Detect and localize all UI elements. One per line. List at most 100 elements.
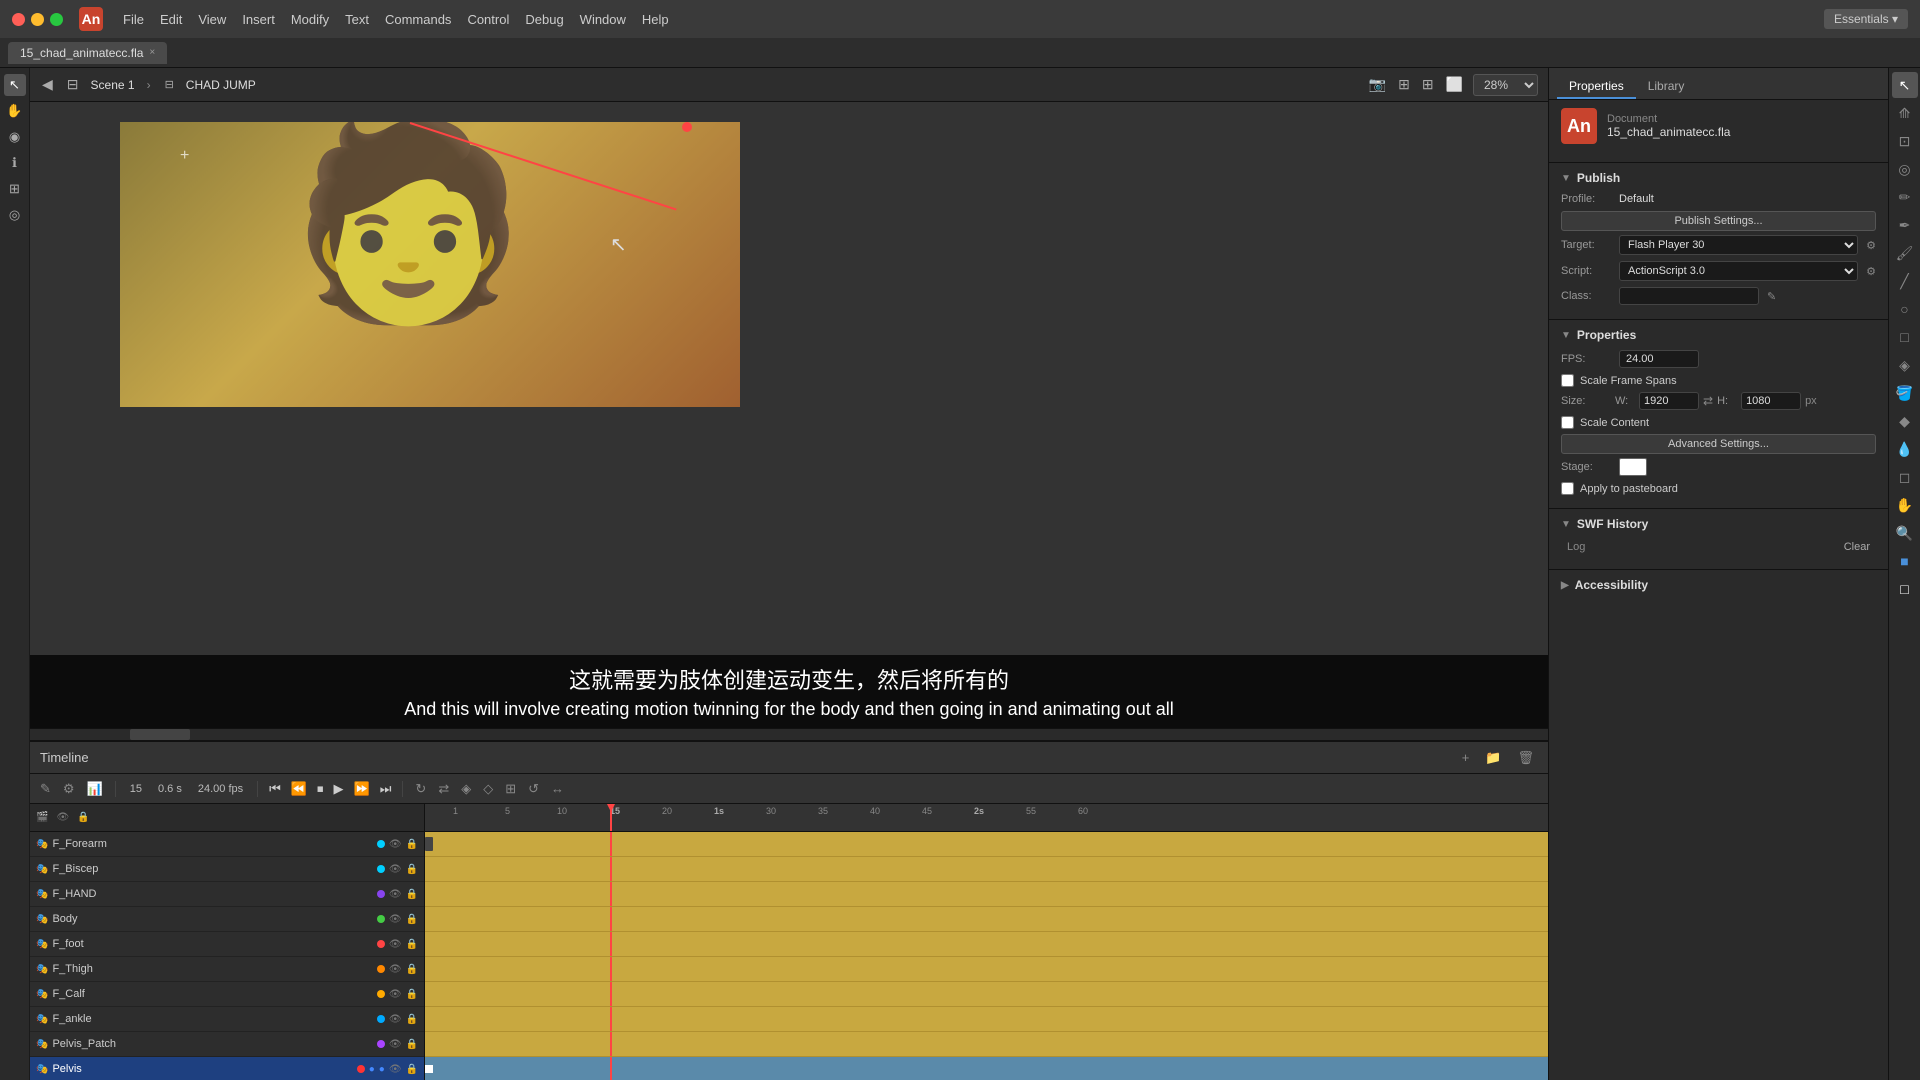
canvas-scrollbar[interactable] — [30, 728, 1548, 740]
tool-eraser[interactable]: ◻ — [1892, 464, 1918, 490]
lock-toggle[interactable]: 🔒 — [406, 839, 418, 850]
tool-freeform[interactable]: ⟰ — [1892, 100, 1918, 126]
layer-row[interactable]: 🎭 F_Calf 👁 🔒 — [30, 982, 424, 1007]
link-icon[interactable]: ⇄ — [1703, 394, 1713, 408]
menu-insert[interactable]: Insert — [242, 12, 275, 27]
tool-pencil[interactable]: ✏ — [1892, 184, 1918, 210]
clear-button[interactable]: Clear — [1838, 539, 1876, 555]
target-settings-icon[interactable]: ⚙ — [1866, 239, 1876, 252]
tool-select[interactable]: ↖ — [4, 74, 26, 96]
undo-icon[interactable]: ↺ — [524, 779, 543, 799]
play-button[interactable]: ▶ — [331, 779, 347, 799]
layer-row[interactable]: 🎭 Pelvis_Patch 👁 🔒 — [30, 1032, 424, 1057]
advanced-settings-button[interactable]: Advanced Settings... — [1561, 434, 1876, 454]
properties-section-header[interactable]: ▼ Properties — [1561, 328, 1876, 342]
tool-paintbucket[interactable]: 🪣 — [1892, 380, 1918, 406]
tool-fill-white[interactable]: □ — [1892, 576, 1918, 602]
stage-color-picker[interactable] — [1619, 458, 1647, 476]
menu-debug[interactable]: Debug — [525, 12, 563, 27]
tool-3d[interactable]: ◎ — [1892, 156, 1918, 182]
tool-line[interactable]: ╱ — [1892, 268, 1918, 294]
graph-icon[interactable]: 📊 — [83, 779, 107, 799]
scene-label[interactable]: Scene 1 — [91, 78, 135, 92]
minimize-button[interactable] — [31, 13, 44, 26]
script-select[interactable]: ActionScript 3.0 — [1619, 261, 1858, 281]
tool-transform[interactable]: ⊡ — [1892, 128, 1918, 154]
scale-frame-checkbox[interactable] — [1561, 374, 1574, 387]
menu-help[interactable]: Help — [642, 12, 669, 27]
layer-row[interactable]: 🎭 F_foot 👁 🔒 — [30, 932, 424, 957]
tool-camera[interactable]: ◉ — [4, 126, 26, 148]
menu-view[interactable]: View — [198, 12, 226, 27]
scale-frame-label[interactable]: Scale Frame Spans — [1580, 375, 1677, 387]
vis-toggle[interactable]: 👁 — [389, 839, 402, 850]
layer-row[interactable]: 🎭 Body 👁 🔒 — [30, 907, 424, 932]
tool-brush[interactable]: 🖌 — [1892, 240, 1918, 266]
grid-icon[interactable]: ⊞ — [1422, 76, 1434, 93]
file-tab[interactable]: 15_chad_animatecc.fla × — [8, 42, 167, 64]
layer-row[interactable]: 🎭 F_Biscep 👁 🔒 — [30, 857, 424, 882]
step-forward-button[interactable]: ⏩ — [351, 779, 373, 799]
settings-icon[interactable]: ⚙ — [59, 779, 79, 799]
height-input[interactable] — [1741, 392, 1801, 410]
sync-icon[interactable]: ⇄ — [434, 779, 453, 799]
tab-library[interactable]: Library — [1636, 75, 1697, 99]
lock-header[interactable]: 🔒 — [77, 812, 89, 823]
onionskin-icon[interactable]: ◈ — [457, 779, 475, 799]
layer-row[interactable]: 🎭 F_Forearm 👁 🔒 — [30, 832, 424, 857]
camera-tool-icon[interactable]: 📷 — [1369, 76, 1386, 93]
menu-file[interactable]: File — [123, 12, 144, 27]
layer-row-pelvis[interactable]: 🎭 Pelvis ● ● 👁 🔒 — [30, 1057, 424, 1080]
scale-content-checkbox[interactable] — [1561, 416, 1574, 429]
apply-to-pasteboard-checkbox[interactable] — [1561, 482, 1574, 495]
layer-row[interactable]: 🎭 F_ankle 👁 🔒 — [30, 1007, 424, 1032]
scale-content-label[interactable]: Scale Content — [1580, 417, 1649, 429]
tool-pen[interactable]: ✒ — [1892, 212, 1918, 238]
menu-commands[interactable]: Commands — [385, 12, 451, 27]
fps-input[interactable] — [1619, 350, 1699, 368]
swf-history-header[interactable]: ▼ SWF History — [1561, 517, 1876, 531]
warp-icon[interactable]: ⊞ — [1398, 76, 1410, 93]
stop-button[interactable]: ⏹ — [314, 779, 327, 799]
maximize-button[interactable] — [50, 13, 63, 26]
essentials-button[interactable]: Essentials ▾ — [1824, 9, 1908, 29]
tool-ink[interactable]: ◈ — [1892, 352, 1918, 378]
tool-hand-pan[interactable]: ✋ — [1892, 492, 1918, 518]
timeline-tracks[interactable] — [425, 832, 1548, 1080]
visibility-header[interactable]: 👁 — [56, 812, 69, 823]
tool-hand[interactable]: ✋ — [4, 100, 26, 122]
tool-dropper[interactable]: 💧 — [1892, 436, 1918, 462]
tool-fill-blue r-icon-blue[interactable]: ■ — [1892, 548, 1918, 574]
apply-to-pasteboard-label[interactable]: Apply to pasteboard — [1580, 483, 1678, 495]
class-edit-icon[interactable]: ✎ — [1767, 290, 1776, 303]
new-layer-icon[interactable]: + — [1458, 748, 1474, 767]
tool-zoom-in[interactable]: 🔍 — [1892, 520, 1918, 546]
new-folder-icon[interactable]: 📁 — [1481, 748, 1505, 768]
tool-onion[interactable]: ◎ — [4, 204, 26, 226]
step-back-button[interactable]: ⏪ — [288, 779, 310, 799]
back-icon[interactable]: ◀ — [42, 76, 53, 93]
delete-layer-icon[interactable]: 🗑 — [1513, 748, 1538, 768]
zoom-select[interactable]: 28% 50% 100% — [1473, 74, 1538, 96]
window-controls[interactable] — [12, 13, 63, 26]
width-input[interactable] — [1639, 392, 1699, 410]
class-input[interactable] — [1619, 287, 1759, 305]
tool-arrow[interactable]: ↖ — [1892, 72, 1918, 98]
layer-row[interactable]: 🎭 F_HAND 👁 🔒 — [30, 882, 424, 907]
menu-window[interactable]: Window — [580, 12, 626, 27]
tool-grid[interactable]: ⊞ — [4, 178, 26, 200]
pencil-icon[interactable]: ✎ — [36, 779, 55, 799]
publish-section-header[interactable]: ▼ Publish — [1561, 171, 1876, 185]
layer-row[interactable]: 🎭 F_Thigh 👁 🔒 — [30, 957, 424, 982]
menu-modify[interactable]: Modify — [291, 12, 329, 27]
target-select[interactable]: Flash Player 30 — [1619, 235, 1858, 255]
script-settings-icon[interactable]: ⚙ — [1866, 265, 1876, 278]
menu-control[interactable]: Control — [467, 12, 509, 27]
app-menu[interactable]: File Edit View Insert Modify Text Comman… — [123, 12, 669, 27]
tool-oval[interactable]: ○ — [1892, 296, 1918, 322]
onionskin-outline-icon[interactable]: ◇ — [479, 779, 497, 799]
tab-close-icon[interactable]: × — [149, 47, 155, 58]
rewind-button[interactable]: ⏮ — [266, 779, 284, 799]
timeline-controls[interactable]: + 📁 🗑 — [1458, 748, 1538, 768]
log-button[interactable]: Log — [1561, 539, 1591, 555]
